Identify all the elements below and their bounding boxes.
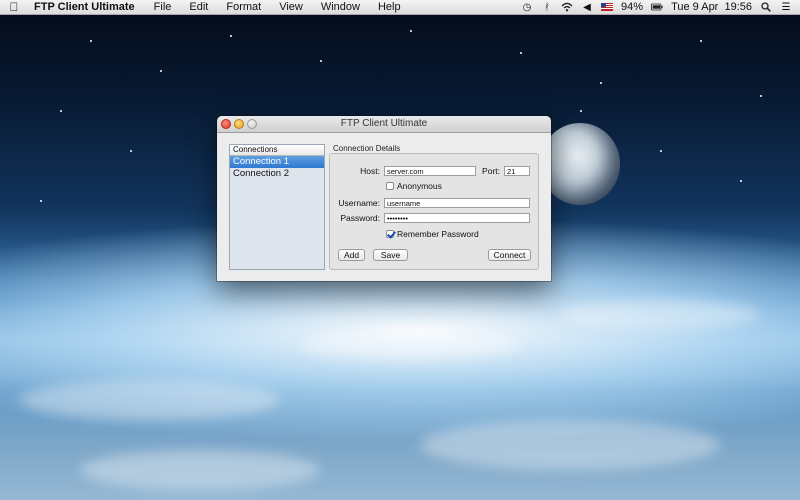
spotlight-icon[interactable] [760,1,772,13]
bluetooth-icon[interactable]: ᚯ [541,1,553,13]
connection-details-group: Connection Details Host: server.com Port… [329,144,539,270]
notification-center-icon[interactable]: ☰ [780,1,792,13]
menu-format[interactable]: Format [217,0,270,14]
password-field[interactable]: •••••••• [384,213,530,223]
anonymous-checkbox[interactable]: Anonymous [386,181,442,191]
connection-details-label: Connection Details [333,144,401,153]
remember-password-label: Remember Password [397,229,479,239]
menu-bar:  FTP Client Ultimate File Edit Format V… [0,0,800,15]
connections-list[interactable]: Connections Connection 1 Connection 2 [229,144,325,270]
menu-help[interactable]: Help [369,0,410,14]
time-machine-icon[interactable]: ◷ [521,1,533,13]
menu-file[interactable]: File [145,0,181,14]
anonymous-label: Anonymous [397,181,442,191]
menu-app-name[interactable]: FTP Client Ultimate [28,1,145,13]
moon-image [540,123,620,205]
status-area: ◷ ᚯ ◀ 94% Tue 9 Apr 19:56 ☰ [521,1,800,13]
host-label: Host: [360,166,380,176]
connect-button[interactable]: Connect [488,249,531,261]
connection-item[interactable]: Connection 1 [230,156,324,168]
add-button[interactable]: Add [338,249,365,261]
battery-percent: 94% [621,1,644,13]
remember-password-checkbox-box[interactable] [386,230,394,238]
wifi-icon[interactable] [561,1,573,13]
menu-view[interactable]: View [270,0,312,14]
host-field[interactable]: server.com [384,166,476,176]
connection-details-box: Host: server.com Port: 21 Anonymous User… [329,153,539,270]
anonymous-checkbox-box[interactable] [386,182,394,190]
port-field[interactable]: 21 [504,166,530,176]
volume-icon[interactable]: ◀ [581,1,593,13]
remember-password-checkbox[interactable]: Remember Password [386,229,479,239]
battery-icon[interactable] [651,1,663,13]
password-label: Password: [340,213,380,223]
window-title: FTP Client Ultimate [340,118,428,129]
apple-menu-icon[interactable]:  [0,0,28,14]
username-field[interactable]: username [384,198,530,208]
username-label: Username: [338,198,380,208]
menu-window[interactable]: Window [312,0,369,14]
flag-icon[interactable] [601,1,614,13]
app-window: FTP Client Ultimate Connections Connecti… [217,116,551,281]
menu-edit[interactable]: Edit [180,0,217,14]
port-label: Port: [482,166,500,176]
title-bar[interactable]: FTP Client Ultimate [217,116,551,133]
clock-datetime[interactable]: Tue 9 Apr 19:56 [671,1,752,13]
connection-item[interactable]: Connection 2 [230,168,324,180]
save-button[interactable]: Save [373,249,408,261]
connections-header: Connections [230,145,324,156]
